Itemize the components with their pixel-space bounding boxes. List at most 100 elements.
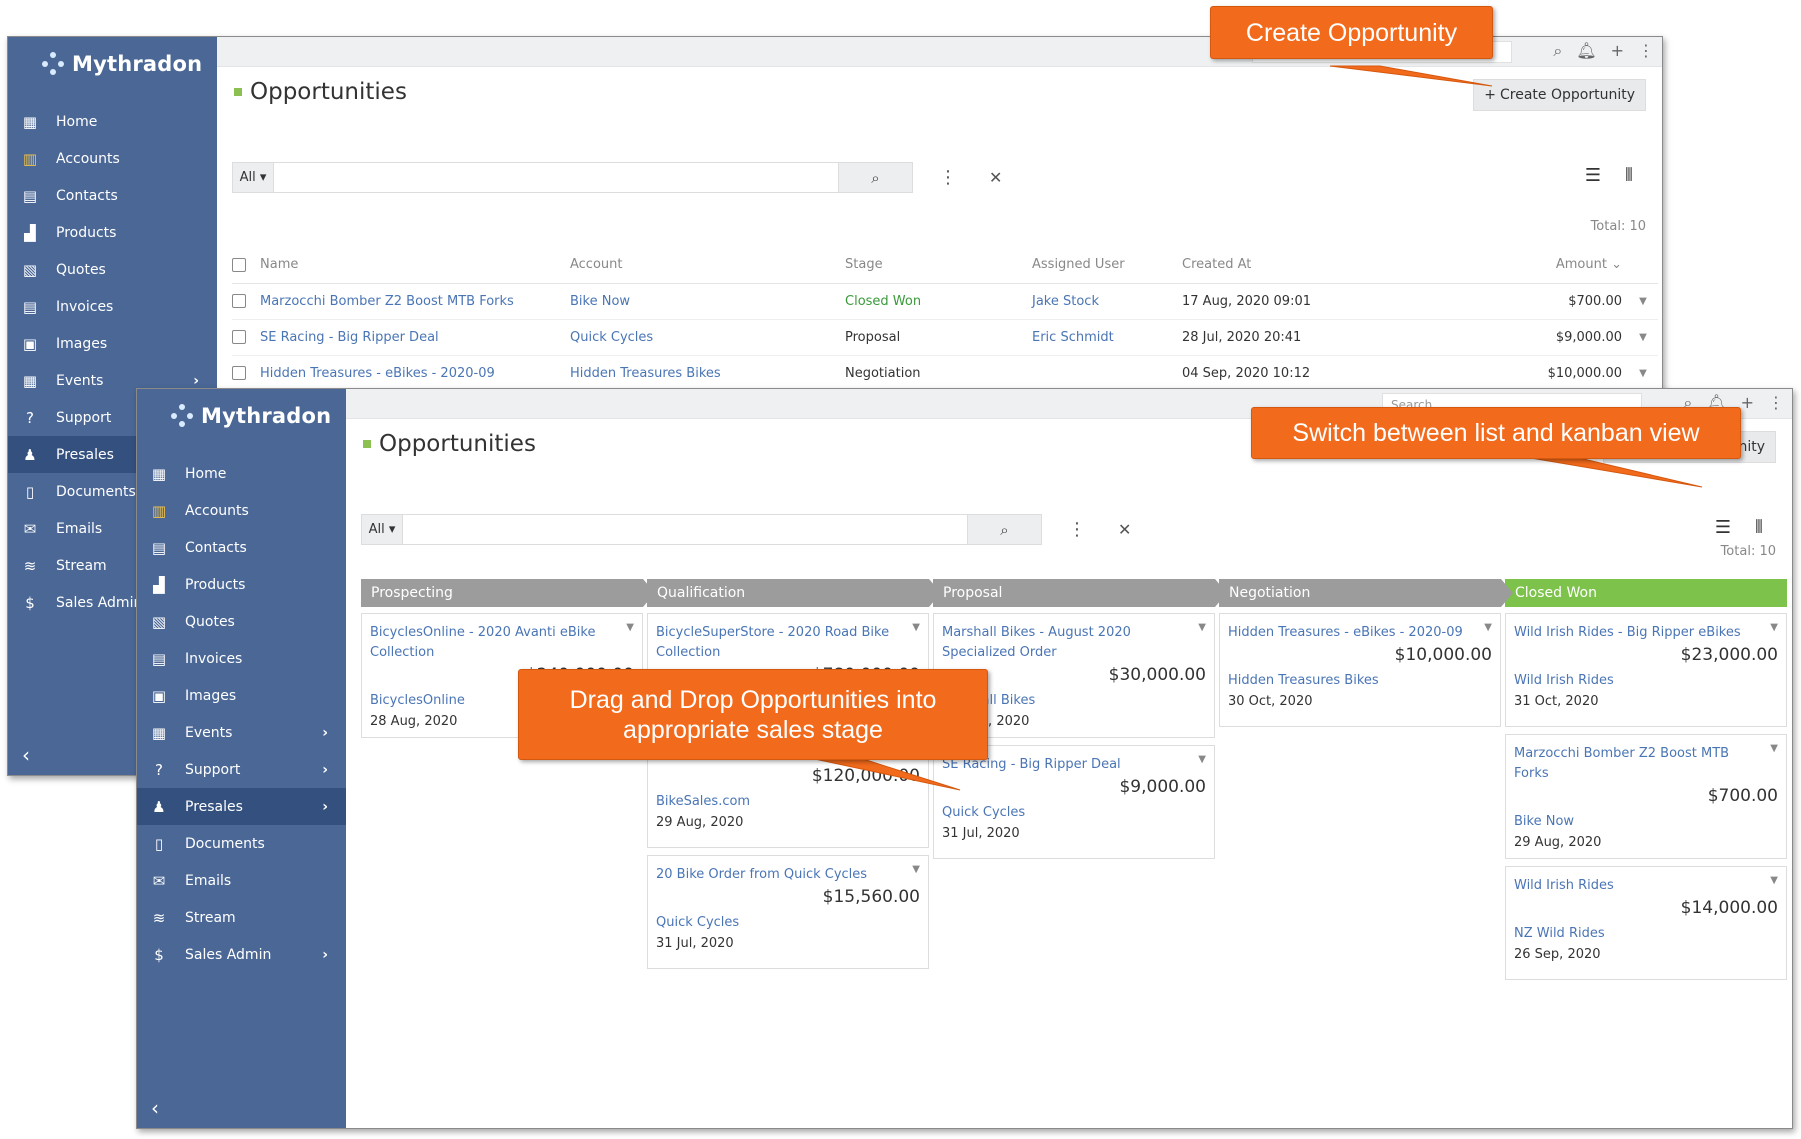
sidebar-item-sales-admin[interactable]: $ Sales Admin › (137, 936, 346, 973)
search-button[interactable]: ⌕ (839, 162, 913, 193)
card-account-link[interactable]: Wild Irish Rides (1514, 673, 1778, 688)
table-row[interactable]: Marzocchi Bomber Z2 Boost MTB Forks Bike … (232, 283, 1658, 320)
sidebar-item-emails[interactable]: ✉ Emails (137, 862, 346, 899)
account-link[interactable]: Quick Cycles (570, 319, 845, 356)
card-account-link[interactable]: Quick Cycles (942, 805, 1206, 820)
sidebar-item-products[interactable]: ▟ Products (8, 214, 217, 251)
sidebar-item-images[interactable]: ▣ Images (8, 325, 217, 362)
sidebar-item-products[interactable]: ▟ Products (137, 566, 346, 603)
filter-all-dropdown[interactable]: All ▾ (361, 514, 403, 545)
kebab-menu-icon[interactable]: ⋮ (1638, 41, 1654, 61)
sidebar-item-presales[interactable]: ♟ Presales › (137, 788, 346, 825)
assigned-user-link[interactable]: Jake Stock (1032, 283, 1182, 320)
plus-icon[interactable]: + (1741, 393, 1754, 413)
card-menu-caret-icon[interactable]: ▼ (912, 864, 920, 875)
opportunity-card[interactable]: Wild Irish Rides - Big Ripper eBikes $23,… (1505, 613, 1787, 727)
card-menu-caret-icon[interactable]: ▼ (1770, 743, 1778, 754)
sidebar-item-documents[interactable]: ▯ Documents (137, 825, 346, 862)
sidebar-item-contacts[interactable]: ▤ Contacts (8, 177, 217, 214)
sidebar-item-accounts[interactable]: ▥ Accounts (137, 492, 346, 529)
clear-filter-icon[interactable]: ✕ (1118, 520, 1131, 539)
clear-filter-icon[interactable]: ✕ (989, 168, 1002, 187)
sidebar-item-invoices[interactable]: ▤ Invoices (137, 640, 346, 677)
opportunity-name-link[interactable]: Hidden Treasures - eBikes - 2020-09 (260, 355, 570, 392)
card-name-link[interactable]: Marshall Bikes - August 2020 Specialized… (942, 623, 1206, 663)
column-header-amount[interactable]: Amount ⌄ (1372, 247, 1628, 284)
sidebar-item-accounts[interactable]: ▥ Accounts (8, 140, 217, 177)
card-account-link[interactable]: Hidden Treasures Bikes (1228, 673, 1492, 688)
row-checkbox[interactable] (232, 283, 260, 320)
collapse-sidebar-icon[interactable]: ‹ (22, 743, 30, 767)
row-checkbox[interactable] (232, 319, 260, 356)
table-row[interactable]: Hidden Treasures - eBikes - 2020-09 Hidde… (232, 355, 1658, 392)
opportunity-name-link[interactable]: SE Racing - Big Ripper Deal (260, 319, 570, 356)
card-menu-caret-icon[interactable]: ▼ (1770, 875, 1778, 886)
card-name-link[interactable]: Wild Irish Rides (1514, 876, 1778, 896)
brand[interactable]: Mythradon (171, 404, 331, 428)
row-actions-caret-icon[interactable]: ▼ (1628, 319, 1658, 356)
sidebar-item-support[interactable]: ? Support › (137, 751, 346, 788)
select-all-checkbox[interactable] (232, 257, 246, 272)
sidebar-item-home[interactable]: ▦ Home (137, 455, 346, 492)
column-header-created-at[interactable]: Created At (1182, 247, 1372, 284)
card-name-link[interactable]: BicycleSuperStore - 2020 Road Bike Colle… (656, 623, 920, 663)
sidebar-item-home[interactable]: ▦ Home (8, 103, 217, 140)
opportunity-card[interactable]: SE Racing - Big Ripper Deal $9,000.00 Quic… (933, 745, 1215, 859)
account-link[interactable]: Hidden Treasures Bikes (570, 355, 845, 392)
card-menu-caret-icon[interactable]: ▼ (1484, 622, 1492, 633)
card-name-link[interactable]: 20 Bike Order from Quick Cycles (656, 865, 920, 885)
card-menu-caret-icon[interactable]: ▼ (1198, 754, 1206, 765)
card-name-link[interactable]: Wild Irish Rides - Big Ripper eBikes (1514, 623, 1778, 643)
filter-options-icon[interactable]: ⋮ (1068, 519, 1086, 540)
opportunity-name-link[interactable]: Marzocchi Bomber Z2 Boost MTB Forks (260, 283, 570, 320)
sidebar-item-images[interactable]: ▣ Images (137, 677, 346, 714)
assigned-user-link[interactable]: Eric Schmidt (1032, 319, 1182, 356)
assigned-user-link[interactable] (1032, 355, 1182, 392)
opportunity-card[interactable]: 20 Bike Order from Quick Cycles $15,560.0… (647, 855, 929, 969)
kanban-view-icon[interactable]: ⦀ (1620, 165, 1638, 186)
create-opportunity-button[interactable]: +Create Opportunity (1473, 79, 1646, 111)
account-link[interactable]: Bike Now (570, 283, 845, 320)
card-menu-caret-icon[interactable]: ▼ (626, 622, 634, 633)
row-checkbox[interactable] (232, 355, 260, 392)
list-search-input[interactable] (274, 162, 839, 193)
sidebar-item-events[interactable]: ▦ Events › (137, 714, 346, 751)
bell-icon[interactable]: 🔔︎ (1576, 41, 1596, 61)
card-name-link[interactable]: Marzocchi Bomber Z2 Boost MTB Forks (1514, 744, 1778, 784)
sidebar-item-stream[interactable]: ≋ Stream (137, 899, 346, 936)
sidebar-item-quotes[interactable]: ▧ Quotes (137, 603, 346, 640)
card-account-link[interactable]: Quick Cycles (656, 915, 920, 930)
brand[interactable]: Mythradon (42, 52, 202, 76)
card-menu-caret-icon[interactable]: ▼ (1198, 622, 1206, 633)
list-search-input[interactable] (403, 514, 968, 545)
card-account-link[interactable]: Bike Now (1514, 814, 1778, 829)
opportunity-card[interactable]: Hidden Treasures - eBikes - 2020-09 $10,0… (1219, 613, 1501, 727)
opportunity-card[interactable]: Marzocchi Bomber Z2 Boost MTB Forks $700.… (1505, 734, 1787, 859)
card-menu-caret-icon[interactable]: ▼ (912, 622, 920, 633)
filter-options-icon[interactable]: ⋮ (939, 167, 957, 188)
opportunity-card[interactable]: Wild Irish Rides $14,000.00 NZ Wild Rides 2… (1505, 866, 1787, 980)
column-header-account[interactable]: Account (570, 247, 845, 284)
plus-icon[interactable]: + (1611, 41, 1624, 61)
column-header-assigned-user[interactable]: Assigned User (1032, 247, 1182, 284)
card-menu-caret-icon[interactable]: ▼ (1770, 622, 1778, 633)
column-header-name[interactable]: Name (260, 247, 570, 284)
card-account-link[interactable]: NZ Wild Rides (1514, 926, 1778, 941)
row-actions-caret-icon[interactable]: ▼ (1628, 355, 1658, 392)
search-button[interactable]: ⌕ (968, 514, 1042, 545)
collapse-sidebar-icon[interactable]: ‹ (151, 1096, 159, 1120)
sidebar-item-quotes[interactable]: ▧ Quotes (8, 251, 217, 288)
card-name-link[interactable]: Hidden Treasures - eBikes - 2020-09 (1228, 623, 1492, 643)
column-header-stage[interactable]: Stage (845, 247, 1032, 284)
search-icon[interactable]: ⌕ (1553, 41, 1562, 61)
row-actions-caret-icon[interactable]: ▼ (1628, 283, 1658, 320)
card-account-link[interactable]: BikeSales.com (656, 794, 920, 809)
list-view-icon[interactable]: ☰ (1584, 165, 1602, 186)
sidebar-item-invoices[interactable]: ▤ Invoices (8, 288, 217, 325)
filter-all-dropdown[interactable]: All ▾ (232, 162, 274, 193)
card-name-link[interactable]: BicyclesOnline - 2020 Avanti eBike Colle… (370, 623, 634, 663)
kanban-view-icon[interactable]: ⦀ (1750, 517, 1768, 538)
kebab-menu-icon[interactable]: ⋮ (1768, 393, 1784, 413)
sidebar-item-contacts[interactable]: ▤ Contacts (137, 529, 346, 566)
list-view-icon[interactable]: ☰ (1714, 517, 1732, 538)
